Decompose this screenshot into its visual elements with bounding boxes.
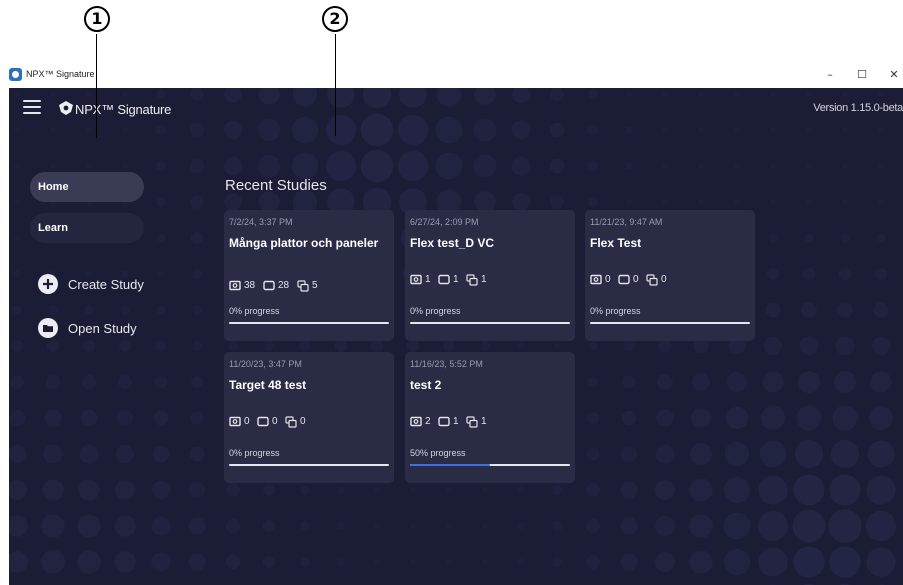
progress-bar (590, 322, 750, 324)
groups-count: 1 (481, 416, 487, 427)
open-study-button[interactable]: Open Study (38, 318, 158, 340)
open-study-label: Open Study (68, 321, 137, 336)
study-date: 6/27/24, 2:09 PM (410, 217, 479, 227)
groups-count: 1 (481, 274, 487, 285)
progress-label: 50% progress (410, 448, 466, 458)
study-date: 11/21/23, 9:47 AM (590, 217, 663, 227)
callout-2-line (335, 34, 336, 136)
window-title: NPX™ Signature (26, 69, 95, 79)
app-window: NPX™ Signature Version 1.15.0-beta Home … (9, 88, 903, 585)
study-title: test 2 (410, 378, 442, 392)
plates-count: 2 (425, 416, 431, 427)
study-card[interactable]: 7/2/24, 3:37 PM Många plattor och paneler… (224, 210, 394, 341)
brand-logo-icon (59, 101, 73, 115)
app-header: NPX™ Signature Version 1.15.0-beta (9, 88, 903, 132)
window-titlebar: NPX™ Signature – ☐ ✕ (0, 62, 903, 88)
folder-icon (38, 318, 58, 338)
callout-1-line (96, 34, 97, 138)
progress-label: 0% progress (229, 306, 280, 316)
progress-label: 0% progress (229, 448, 280, 458)
progress-bar (410, 464, 570, 466)
progress-bar (410, 322, 570, 324)
recent-studies-title: Recent Studies (225, 177, 327, 194)
study-card[interactable]: 11/21/23, 9:47 AM Flex Test 0 0 0 0% progress (585, 210, 755, 341)
study-date: 11/16/23, 5:52 PM (410, 359, 483, 369)
groups-count: 0 (661, 274, 667, 285)
panels-count: 1 (453, 416, 459, 427)
panels-count: 0 (633, 274, 639, 285)
progress-bar (229, 464, 389, 466)
create-study-button[interactable]: Create Study (38, 274, 158, 296)
progress-fill (410, 464, 490, 466)
progress-label: 0% progress (590, 306, 641, 316)
version-label: Version 1.15.0-beta (813, 102, 903, 114)
study-card[interactable]: 6/27/24, 2:09 PM Flex test_D VC 1 1 1 0% prog… (405, 210, 575, 341)
callout-2: 2 (322, 6, 348, 32)
maximize-button[interactable]: ☐ (851, 65, 873, 85)
study-title: Target 48 test (229, 378, 307, 392)
study-title: Flex test_D VC (410, 236, 495, 250)
study-card[interactable]: 11/16/23, 5:52 PM test 2 2 1 1 50% progress (405, 352, 575, 483)
app-icon (9, 68, 22, 81)
plates-count: 38 (244, 280, 256, 291)
groups-count: 0 (300, 416, 306, 427)
panels-count: 28 (278, 280, 290, 291)
menu-icon[interactable] (23, 100, 41, 114)
study-card[interactable]: 11/20/23, 3:47 PM Target 48 test 0 0 0 0% pro… (224, 352, 394, 483)
close-button[interactable]: ✕ (883, 65, 903, 85)
plates-count: 1 (425, 274, 431, 285)
brand-name: NPX™ Signature (75, 102, 172, 117)
progress-bar (229, 322, 389, 324)
create-study-label: Create Study (68, 277, 144, 292)
panels-count: 1 (453, 274, 459, 285)
study-date: 7/2/24, 3:37 PM (229, 217, 293, 227)
plates-count: 0 (605, 274, 611, 285)
minimize-button[interactable]: – (819, 65, 841, 85)
groups-count: 5 (312, 280, 318, 291)
plates-count: 0 (244, 416, 250, 427)
study-title: Många plattor och paneler (229, 236, 379, 250)
plus-icon (38, 274, 58, 294)
sidebar-item-home[interactable]: Home (30, 172, 144, 202)
study-date: 11/20/23, 3:47 PM (229, 359, 302, 369)
sidebar-item-learn[interactable]: Learn (30, 213, 144, 243)
study-title: Flex Test (590, 236, 642, 250)
callout-1: 1 (84, 6, 110, 32)
progress-label: 0% progress (410, 306, 461, 316)
panels-count: 0 (272, 416, 278, 427)
